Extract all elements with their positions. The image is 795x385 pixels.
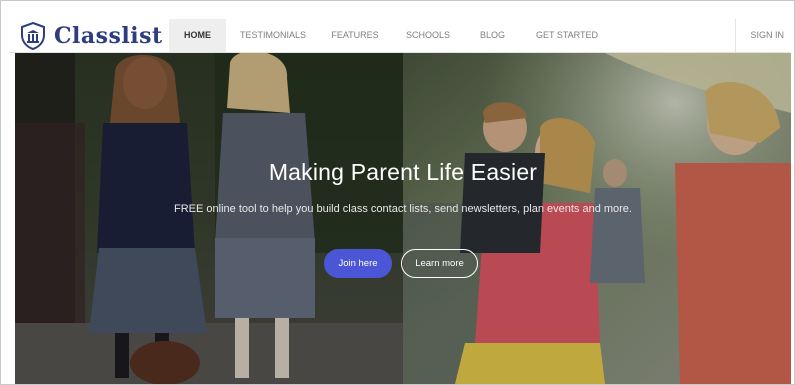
hero-subtitle: FREE online tool to help you build class…: [174, 203, 632, 215]
hero-title: Making Parent Life Easier: [268, 159, 538, 185]
nav-features[interactable]: FEATURES: [320, 19, 390, 52]
nav-home[interactable]: HOME: [169, 19, 226, 52]
top-navbar: Classlist HOME TESTIMONIALS FEATURES SCH…: [9, 19, 790, 53]
brand-name: Classlist: [54, 23, 163, 49]
nav-testimonials[interactable]: TESTIMONIALS: [226, 19, 320, 52]
hero-banner: Making Parent Life Easier FREE online to…: [15, 53, 791, 384]
brand-logo[interactable]: Classlist: [20, 22, 163, 50]
learn-more-button[interactable]: Learn more: [401, 249, 478, 278]
school-shield-icon: [21, 22, 45, 50]
main-nav: HOME TESTIMONIALS FEATURES SCHOOLS BLOG …: [169, 19, 615, 52]
sign-in-link[interactable]: SIGN IN: [735, 19, 784, 52]
browser-frame: Classlist HOME TESTIMONIALS FEATURES SCH…: [0, 0, 795, 385]
hero-background-photo: [15, 53, 791, 384]
nav-get-started[interactable]: GET STARTED: [519, 19, 615, 52]
nav-blog[interactable]: BLOG: [466, 19, 519, 52]
join-here-button[interactable]: Join here: [324, 249, 392, 278]
nav-schools[interactable]: SCHOOLS: [390, 19, 466, 52]
